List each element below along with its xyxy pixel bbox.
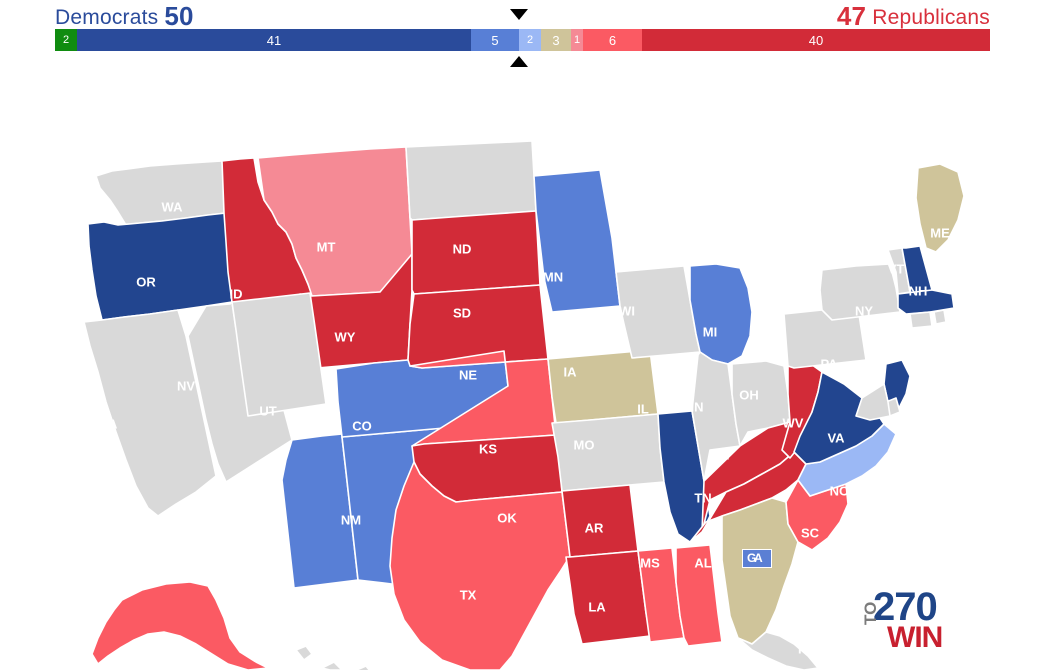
senate-map-page: Democrats 50 47 Republicans 2 41 5 2 3 1 6 40 WA O… bbox=[0, 0, 1050, 670]
state-ri[interactable] bbox=[933, 309, 947, 325]
georgia-badge-letter-a: A bbox=[754, 551, 763, 565]
state-al[interactable] bbox=[675, 544, 723, 647]
state-mo[interactable] bbox=[551, 413, 665, 492]
democrats-count: 50 bbox=[164, 1, 194, 31]
republicans-total: 47 Republicans bbox=[837, 1, 990, 32]
majority-marker-top-arrow bbox=[510, 9, 528, 20]
seat-segment-dem-lean[interactable]: 2 bbox=[519, 29, 541, 51]
state-nd[interactable] bbox=[405, 140, 537, 221]
seat-segment-rep-likely[interactable]: 6 bbox=[583, 29, 642, 51]
majority-marker-bottom-arrow bbox=[510, 56, 528, 67]
state-ny[interactable] bbox=[819, 263, 901, 321]
seat-count-header: Democrats 50 47 Republicans 2 41 5 2 3 1 6 40 bbox=[0, 0, 1050, 72]
us-senate-map[interactable]: WA OR CA NV ID MT WY UT AZ NM CO ND SD NE KS OK TX MN IA MO… bbox=[0, 72, 1050, 670]
state-ma[interactable] bbox=[897, 289, 955, 315]
republicans-count: 47 bbox=[836, 1, 867, 31]
state-wi[interactable] bbox=[615, 265, 701, 359]
seat-segment-rep-lean[interactable]: 1 bbox=[571, 29, 583, 51]
state-mi[interactable] bbox=[689, 263, 753, 365]
state-label-az: AZ bbox=[236, 506, 253, 521]
state-label-ak: AK bbox=[141, 636, 160, 651]
state-sd[interactable] bbox=[411, 210, 541, 295]
state-hi[interactable] bbox=[295, 645, 374, 670]
seat-segment-dem-safe[interactable]: 41 bbox=[77, 29, 471, 51]
seat-distribution-bar[interactable]: 2 41 5 2 3 1 6 40 bbox=[55, 29, 990, 51]
logo-to: TO bbox=[861, 601, 880, 625]
us-map-svg[interactable]: WAORCANVIDMTWYUTAZ NMCONDSDNEKSOKTXMNIAMO… bbox=[0, 72, 1050, 670]
state-la[interactable] bbox=[565, 550, 651, 645]
republicans-label: Republicans bbox=[872, 6, 990, 29]
state-or[interactable] bbox=[87, 212, 233, 321]
state-ak[interactable] bbox=[91, 581, 269, 670]
state-ut[interactable] bbox=[231, 292, 327, 417]
seat-segment-tossup[interactable]: 3 bbox=[541, 29, 571, 51]
seat-segment-dem-likely[interactable]: 5 bbox=[471, 29, 519, 51]
state-mn[interactable] bbox=[533, 169, 621, 313]
seat-segment-rep-safe[interactable]: 40 bbox=[642, 29, 990, 51]
state-ga[interactable] bbox=[721, 497, 799, 645]
seat-segment-dem-independent[interactable]: 2 bbox=[55, 29, 77, 51]
logo-win: WIN bbox=[887, 621, 943, 654]
state-ar[interactable] bbox=[561, 484, 639, 558]
site-logo-270towin[interactable]: 270 TO WIN bbox=[861, 587, 964, 653]
state-me[interactable] bbox=[915, 163, 965, 253]
state-ia[interactable] bbox=[547, 349, 659, 424]
state-ct[interactable] bbox=[909, 311, 933, 329]
georgia-dual-seat-badge[interactable]: G A bbox=[742, 549, 772, 568]
state-md[interactable] bbox=[855, 383, 891, 421]
democrats-label: Democrats bbox=[55, 6, 159, 29]
democrats-total: Democrats 50 bbox=[55, 1, 194, 32]
